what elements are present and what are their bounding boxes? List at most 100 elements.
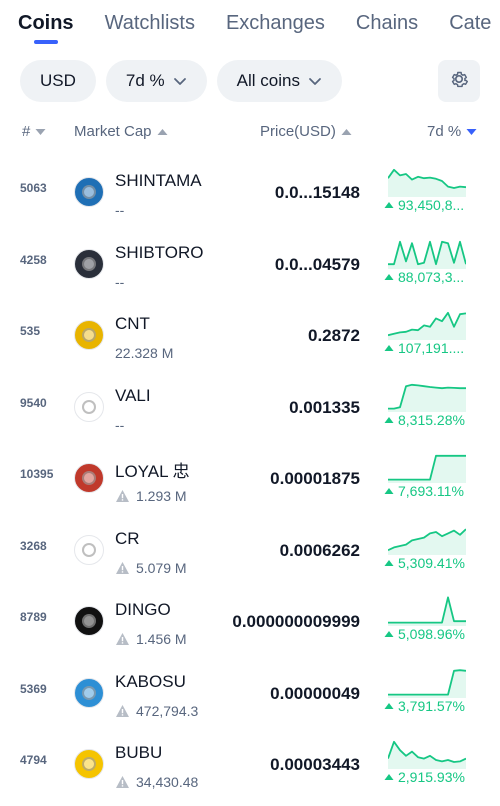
caret-up-icon — [384, 416, 394, 424]
coin-logo — [74, 177, 104, 207]
sort-down-icon — [466, 128, 477, 136]
coin-market-cap: 1.293 M — [115, 488, 187, 504]
settings-button[interactable] — [438, 60, 480, 102]
coin-name: DINGO — [115, 600, 171, 619]
coin-row[interactable]: 10395 LOYAL 忠 1.293 M 0.00001875 7,693.11% — [0, 443, 500, 515]
coin-price: 0.001335 — [289, 397, 360, 417]
change-value: 2,915.93% — [398, 769, 465, 785]
scope-select[interactable]: All coins — [216, 60, 342, 102]
coin-logo-mark — [82, 399, 96, 414]
coin-price: 0.000000009999 — [232, 612, 360, 631]
coin-row[interactable]: 5063 SHINTAMA -- 0.0...15148 93,450,8... — [0, 157, 500, 229]
coin-rank: 5063 — [20, 181, 47, 195]
caret-up-icon — [384, 773, 394, 781]
coin-list: 5063 SHINTAMA -- 0.0...15148 93,450,8... 4258… — [0, 157, 500, 801]
tab-chains[interactable]: Chains — [356, 0, 418, 50]
coin-logo — [74, 463, 104, 493]
coin-row[interactable]: 8789 DINGO 1.456 M 0.000000009999 5,098.96% — [0, 586, 500, 658]
market-cap-value: 1.293 M — [136, 488, 187, 504]
sparkline-area — [388, 169, 466, 197]
tab-exchanges[interactable]: Exchanges — [226, 0, 325, 50]
warning-icon[interactable] — [115, 489, 130, 503]
caret-up-icon — [384, 273, 394, 281]
change-value: 7,693.11% — [398, 483, 464, 499]
coin-row[interactable]: 535 CNT 22.328 M 0.2872 107,191.... — [0, 300, 500, 372]
change-value: 93,450,8... — [398, 197, 465, 213]
change-column-header[interactable]: 7d % — [427, 123, 477, 140]
sort-down-icon — [35, 128, 46, 136]
coin-market-cap: -- — [115, 274, 124, 290]
warning-icon[interactable] — [115, 561, 130, 575]
price-column-header[interactable]: Price(USD) — [260, 123, 352, 140]
coin-logo — [74, 534, 104, 565]
coin-row[interactable]: 3268 CR 5.079 M 0.0006262 5,309.41% — [0, 515, 500, 587]
coin-change: 5,309.41% — [384, 555, 474, 571]
tab-cate[interactable]: Cate — [449, 0, 491, 50]
market-cap-value: 472,794.3 — [136, 702, 199, 719]
currency-select[interactable]: USD — [20, 60, 96, 102]
caret-up-icon — [384, 344, 394, 352]
market-cap-column-header[interactable]: Market Cap — [74, 123, 168, 140]
coin-market-cap: 22.328 M — [115, 345, 173, 361]
coin-rank: 3268 — [20, 538, 47, 553]
coin-market-cap: 472,794.3 — [115, 703, 198, 719]
coin-rank: 10395 — [20, 467, 54, 481]
coin-logo — [74, 677, 104, 708]
tab-watchlists[interactable]: Watchlists — [105, 0, 195, 50]
coin-change: 3,791.57% — [384, 698, 474, 714]
caret-up-icon — [384, 630, 394, 638]
coin-row[interactable]: 5369 KABOSU 472,794.3 0.00000049 3,791.57% — [0, 658, 500, 730]
period-select[interactable]: 7d % — [105, 60, 207, 102]
warning-icon[interactable] — [115, 632, 130, 646]
change-value: 107,191.... — [398, 340, 465, 356]
coin-name: VALI — [115, 385, 151, 405]
sparkline-chart — [388, 383, 466, 412]
caret-up-icon — [384, 201, 394, 209]
coin-row[interactable]: 4794 BUBU 34,430.48 0.00003443 2,915.93% — [0, 729, 500, 801]
chevron-down-icon — [308, 76, 322, 86]
coin-price: 0.0...15148 — [274, 183, 360, 202]
caret-up-icon — [384, 487, 394, 495]
coin-market-cap: 1.456 M — [115, 631, 187, 647]
coin-change: 5,098.96% — [384, 626, 474, 642]
market-cap-value: -- — [115, 416, 125, 433]
tab-bar: Coins Watchlists Exchanges Chains Cate — [0, 0, 500, 50]
coin-rank: 8789 — [20, 610, 47, 624]
change-header-label: 7d % — [427, 123, 462, 140]
sparkline-chart — [388, 528, 466, 555]
coin-logo-mark — [82, 685, 96, 700]
warning-icon[interactable] — [115, 704, 130, 718]
coin-logo-mark — [82, 471, 96, 485]
sparkline-chart — [388, 740, 466, 769]
coin-logo-mark — [82, 614, 96, 628]
currency-label: USD — [40, 71, 76, 90]
coin-price: 0.2872 — [308, 326, 360, 345]
market-cap-value: 1.456 M — [136, 631, 187, 647]
coin-price: 0.0...04579 — [274, 254, 360, 274]
warning-icon[interactable] — [115, 775, 130, 789]
sparkline-chart — [388, 596, 466, 626]
rank-header-label: # — [22, 123, 31, 140]
coin-logo — [74, 320, 104, 350]
coin-row[interactable]: 4258 SHIBTORO -- 0.0...04579 88,073,3... — [0, 229, 500, 301]
change-value: 88,073,3... — [398, 268, 465, 285]
coin-market-cap: -- — [115, 202, 124, 218]
caret-up-icon — [384, 702, 394, 710]
coin-name: KABOSU — [115, 671, 186, 691]
rank-column-header[interactable]: # — [22, 123, 46, 140]
coin-logo-mark — [82, 256, 96, 271]
coin-price: 0.0006262 — [279, 540, 360, 560]
tab-coins[interactable]: Coins — [18, 0, 74, 50]
market-cap-value: 34,430.48 — [136, 774, 199, 790]
gear-icon — [448, 68, 470, 95]
coin-price: 0.00003443 — [270, 755, 360, 774]
coin-market-cap: 5.079 M — [115, 560, 187, 576]
coin-rank: 4258 — [20, 252, 47, 267]
coin-logo-mark — [82, 185, 96, 199]
filter-bar: USD 7d % All coins — [20, 60, 342, 102]
sparkline-chart — [388, 454, 466, 483]
coin-row[interactable]: 9540 VALI -- 0.001335 8,315.28% — [0, 372, 500, 444]
market-cap-value: -- — [115, 273, 125, 290]
market-cap-header-label: Market Cap — [74, 123, 152, 140]
change-value: 5,309.41% — [398, 554, 465, 571]
